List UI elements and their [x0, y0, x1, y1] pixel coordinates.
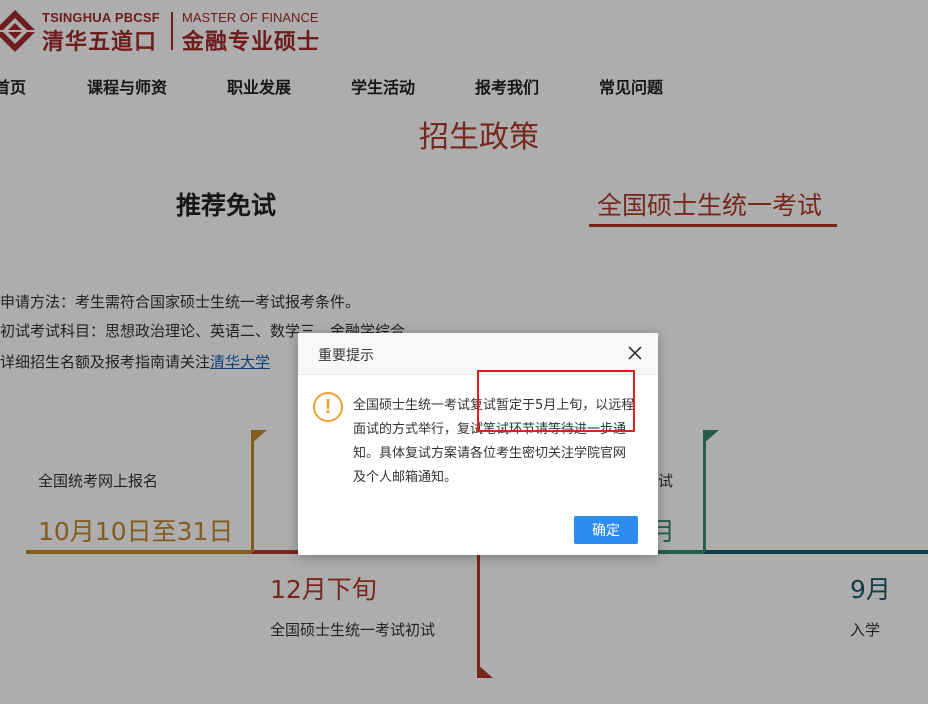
dialog-header: 重要提示: [298, 333, 658, 375]
close-icon[interactable]: [628, 346, 642, 360]
warning-icon: !: [313, 392, 343, 422]
confirm-button[interactable]: 确定: [574, 516, 638, 544]
highlight-annotation: [477, 370, 635, 432]
dialog-title: 重要提示: [318, 348, 374, 364]
notice-dialog: 重要提示 ! 全国硕士生统一考试复试暂定于5月上旬，以远程面试的方式举行，复试笔…: [298, 333, 658, 555]
